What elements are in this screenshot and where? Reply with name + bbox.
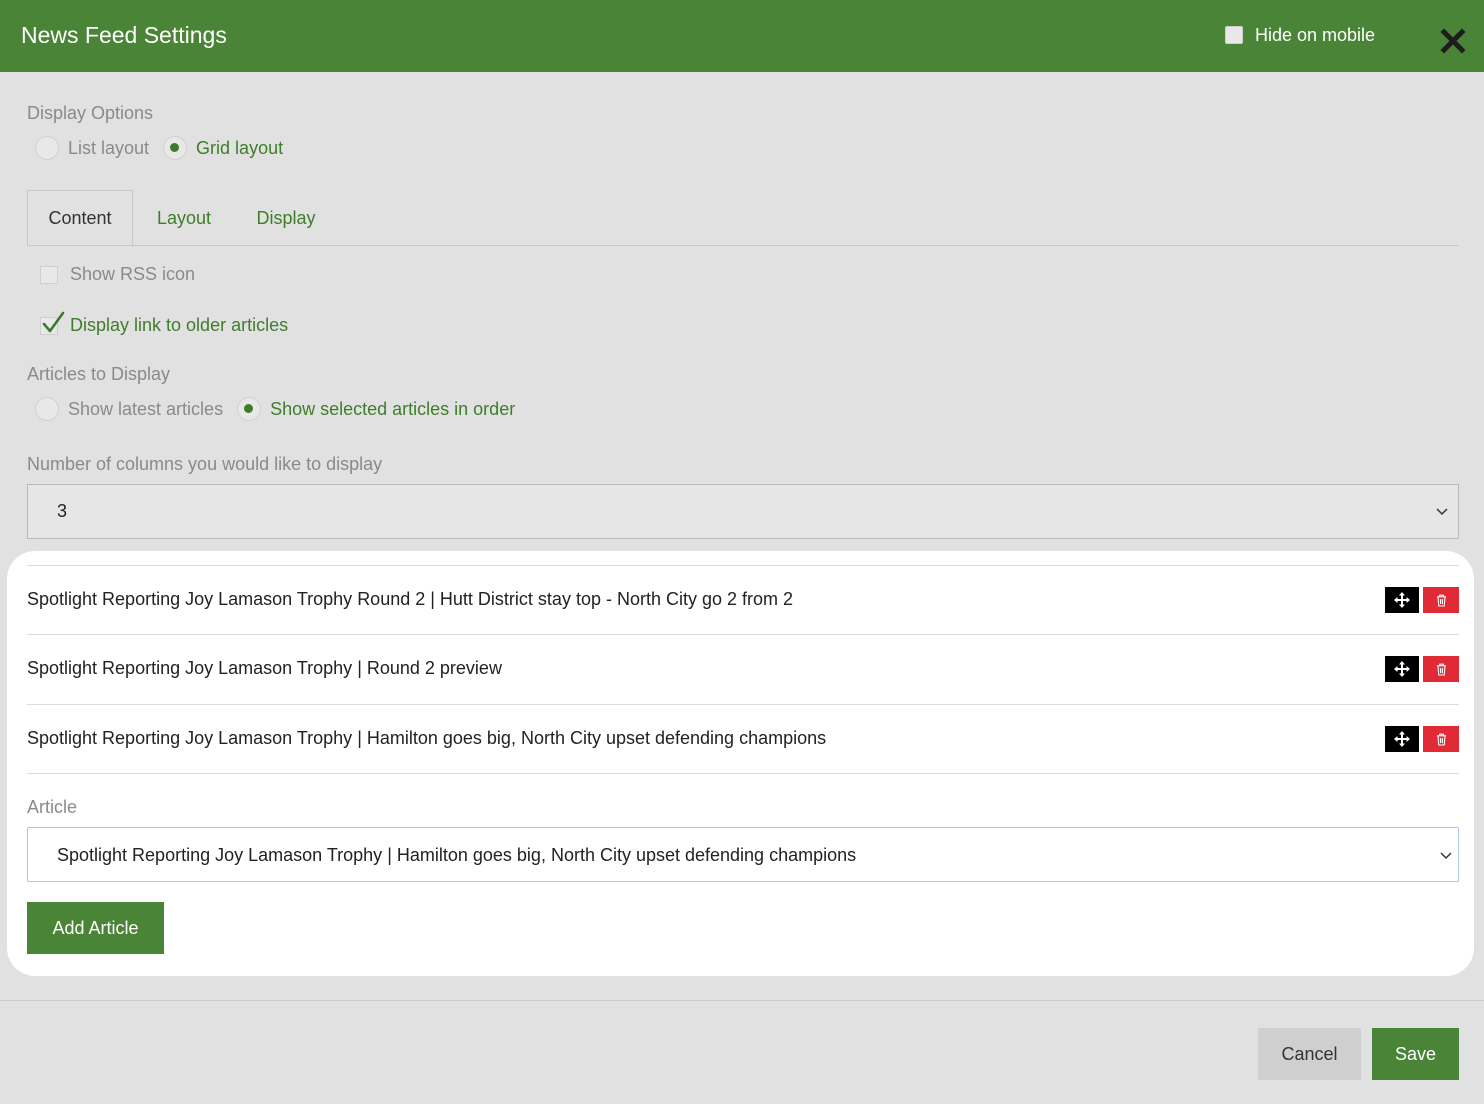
footer-divider [0, 1000, 1484, 1001]
checkbox-box[interactable] [40, 311, 65, 335]
list-item: Spotlight Reporting Joy Lamason Trophy R… [27, 566, 1459, 634]
article-select-value: Spotlight Reporting Joy Lamason Trophy |… [57, 845, 857, 865]
move-button[interactable] [1385, 726, 1419, 752]
radio-label: Show latest articles [68, 398, 224, 419]
checkmark-icon [42, 311, 65, 332]
article-select[interactable]: Spotlight Reporting Joy Lamason Trophy |… [27, 827, 1459, 882]
hide-on-mobile-box[interactable] [1225, 26, 1243, 44]
display-options-radio-group: List layout Grid layout [35, 136, 297, 160]
list-item: Spotlight Reporting Joy Lamason Trophy |… [27, 635, 1459, 703]
columns-select-value: 3 [57, 501, 68, 521]
delete-button[interactable] [1423, 726, 1459, 752]
move-icon [1394, 661, 1410, 677]
tab-display[interactable]: Display [255, 190, 317, 246]
list-layout-radio[interactable]: List layout [35, 136, 149, 160]
columns-select[interactable]: 3 [27, 484, 1459, 539]
radio-label: Show selected articles in order [270, 398, 516, 419]
settings-tabs: Content Layout Display [27, 190, 1459, 247]
radio-circle[interactable] [237, 397, 262, 421]
display-link-older-checkbox[interactable]: Display link to older articles [40, 311, 289, 336]
chevron-down-icon [1436, 508, 1448, 516]
show-rss-icon-checkbox[interactable]: Show RSS icon [40, 264, 195, 285]
article-title: Spotlight Reporting Joy Lamason Trophy |… [27, 658, 502, 678]
trash-icon [1436, 594, 1446, 607]
move-button[interactable] [1385, 587, 1419, 613]
modal-title: News Feed Settings [21, 22, 227, 48]
grid-layout-radio[interactable]: Grid layout [163, 136, 283, 160]
radio-circle[interactable] [35, 397, 59, 421]
display-link-older-label: Display link to older articles [70, 315, 289, 335]
tab-content[interactable]: Content [27, 190, 133, 247]
show-selected-articles-radio[interactable]: Show selected articles in order [237, 397, 515, 421]
article-label: Article [27, 797, 78, 817]
article-title: Spotlight Reporting Joy Lamason Trophy |… [27, 728, 827, 748]
radio-circle[interactable] [35, 136, 59, 160]
show-latest-articles-radio[interactable]: Show latest articles [35, 397, 223, 421]
article-title: Spotlight Reporting Joy Lamason Trophy R… [27, 589, 794, 609]
columns-label: Number of columns you would like to disp… [27, 454, 383, 474]
radio-label: List layout [68, 137, 150, 158]
modal-header: News Feed Settings Hide on mobile [0, 0, 1484, 72]
close-icon[interactable] [1440, 28, 1466, 54]
list-item: Spotlight Reporting Joy Lamason Trophy |… [27, 705, 1459, 773]
move-button[interactable] [1385, 656, 1419, 682]
save-button[interactable]: Save [1372, 1028, 1459, 1080]
move-icon [1394, 731, 1410, 747]
articles-to-display-label: Articles to Display [27, 364, 171, 384]
articles-to-display-radio-group: Show latest articles Show selected artic… [35, 397, 529, 421]
tab-layout[interactable]: Layout [156, 190, 212, 246]
hide-on-mobile-checkbox[interactable]: Hide on mobile [1225, 24, 1375, 46]
display-options-label: Display Options [27, 103, 154, 123]
chevron-down-icon [1440, 852, 1452, 860]
radio-label: Grid layout [196, 137, 284, 158]
trash-icon [1436, 663, 1446, 676]
delete-button[interactable] [1423, 656, 1459, 682]
divider [27, 773, 1459, 774]
show-rss-icon-label: Show RSS icon [70, 264, 196, 284]
delete-button[interactable] [1423, 587, 1459, 613]
hide-on-mobile-label: Hide on mobile [1255, 24, 1376, 45]
cancel-button[interactable]: Cancel [1258, 1028, 1361, 1080]
checkbox-box[interactable] [40, 265, 58, 284]
radio-circle[interactable] [163, 136, 188, 160]
trash-icon [1436, 733, 1446, 746]
move-icon [1394, 592, 1410, 608]
add-article-button[interactable]: Add Article [27, 902, 164, 954]
